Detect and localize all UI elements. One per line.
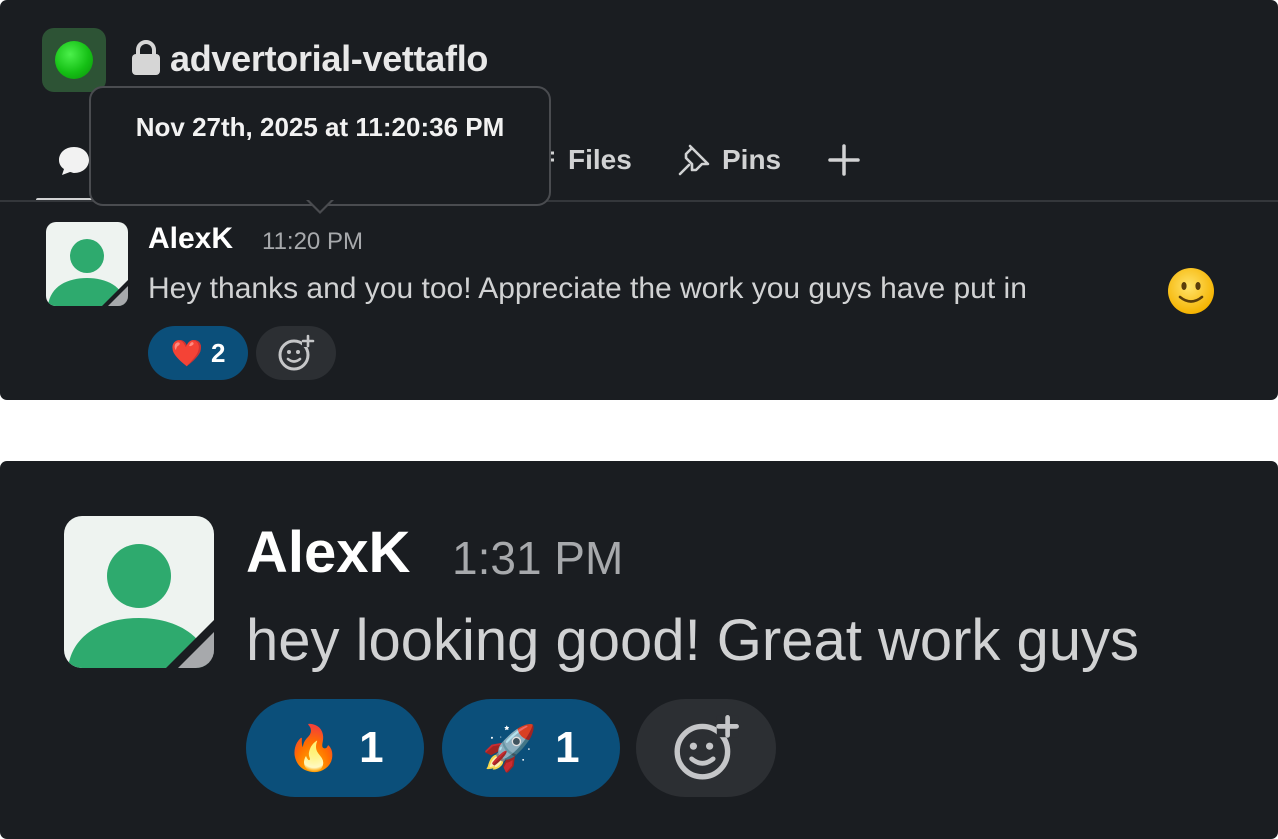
reaction-rocket[interactable]: 🚀 1	[442, 699, 620, 797]
tab-pins-label: Pins	[722, 144, 782, 175]
channel-name[interactable]: advertorial-vettaflo	[170, 38, 488, 80]
message-text: Hey thanks and you too! Appreciate the w…	[148, 272, 1027, 305]
tab-pins[interactable]: Pins	[676, 140, 781, 180]
user-avatar-icon	[48, 239, 128, 306]
pin-icon	[678, 144, 710, 176]
message-timestamp[interactable]: 1:31 PM	[452, 531, 623, 585]
rocket-emoji: 🚀	[482, 724, 538, 773]
tooltip-text: Nov 27th, 2025 at 11:20:36 PM	[135, 112, 505, 142]
add-emoji-icon	[674, 715, 739, 780]
message-timestamp[interactable]: 11:20 PM	[262, 228, 363, 256]
reaction-count: 1	[359, 723, 384, 772]
avatar[interactable]	[46, 222, 128, 306]
reaction-fire[interactable]: 🔥 1	[246, 699, 424, 797]
messages-tab-icon[interactable]	[56, 143, 92, 179]
add-emoji-icon	[278, 334, 315, 371]
heart-emoji: ❤️	[170, 337, 203, 368]
channel-status-icon[interactable]	[42, 28, 106, 92]
add-tab-button[interactable]	[822, 138, 866, 182]
message-panel-bottom: AlexK 1:31 PM hey looking good! Great wo…	[0, 461, 1278, 839]
fire-emoji: 🔥	[286, 724, 342, 773]
timestamp-tooltip: Nov 27th, 2025 at 11:20:36 PM	[89, 86, 551, 206]
reaction-count: 1	[555, 723, 580, 772]
green-circle-icon	[55, 41, 93, 79]
avatar[interactable]	[64, 516, 214, 668]
message-text: hey looking good! Great work guys	[246, 608, 1140, 673]
lock-icon	[132, 40, 160, 75]
reaction-heart[interactable]: ❤️ 2	[148, 326, 248, 380]
add-reaction-button[interactable]	[256, 326, 336, 380]
message-author[interactable]: AlexK	[246, 519, 410, 586]
message-panel-top: advertorial-vettaflo Files Pins Nov 27th…	[0, 0, 1278, 400]
tab-files-label: Files	[568, 144, 632, 175]
reaction-count: 2	[210, 337, 226, 368]
slightly-smiling-face-icon	[1168, 268, 1214, 314]
user-avatar-icon	[68, 544, 214, 668]
message-author[interactable]: AlexK	[148, 222, 233, 256]
add-reaction-button[interactable]	[636, 699, 776, 797]
